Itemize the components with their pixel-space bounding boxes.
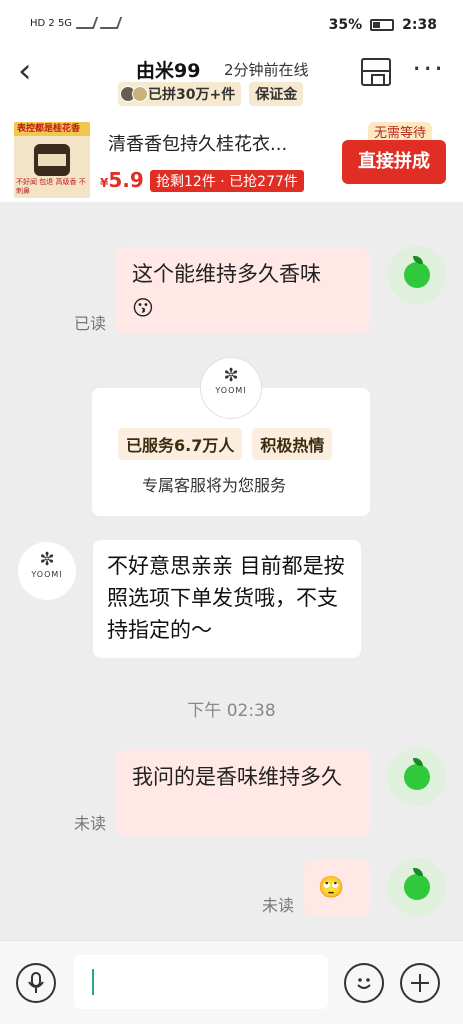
my-message[interactable]: 这个能维持多久香味 😗 [116, 247, 370, 333]
guarantee-tag: 保证金 [249, 82, 304, 106]
battery-icon [370, 19, 395, 31]
buyer-avatars [120, 86, 148, 102]
my-avatar[interactable] [388, 748, 446, 806]
message-emoji: 😗 [132, 296, 154, 320]
read-status: 未读 [262, 896, 295, 915]
emoji-icon[interactable] [344, 963, 384, 1003]
service-attitude-tag: 积极热情 [252, 428, 333, 460]
plus-icon[interactable] [400, 963, 440, 1003]
timestamp: 下午 02:38 [187, 701, 276, 721]
product-title[interactable]: 清香香包持久桂花衣... [108, 130, 287, 156]
my-avatar[interactable] [388, 858, 446, 916]
image-banner: 表控都是桂花香 [14, 122, 90, 136]
product-card[interactable]: 表控都是桂花香 不好闻 包退 高级香 不刺鼻 清香香包持久桂花衣... ¥5.9… [0, 110, 463, 202]
chat-header: ‹ 由米99 2分钟前在线 已拼30万+件 保证金 ··· [0, 44, 463, 110]
logo-text: YOOMI [31, 570, 63, 579]
image-bottom-left: 不好闻 包退 [16, 178, 54, 186]
clock: 2:38 [402, 17, 437, 33]
my-message[interactable]: 🙄 [304, 860, 370, 916]
price-value: 5.9 [108, 168, 144, 192]
status-right: 35% 2:38 [329, 17, 437, 33]
shop-tags: 已拼30万+件 保证金 [118, 82, 304, 106]
apple-icon [404, 758, 430, 790]
message-text: 这个能维持多久香味 [132, 262, 321, 286]
product-image[interactable]: 表控都是桂花香 不好闻 包退 高级香 不刺鼻 [14, 122, 90, 198]
my-avatar[interactable] [388, 246, 446, 304]
service-count-tag: 已服务6.7万人 [118, 428, 243, 460]
battery-percent: 35% [328, 17, 363, 33]
wifi-icon [99, 17, 123, 29]
product-jar [34, 144, 70, 176]
network-label: HD 2 5G [30, 17, 73, 29]
product-price: ¥5.9 [100, 168, 144, 192]
buy-now-button[interactable]: 直接拼成 [342, 140, 446, 184]
apple-icon [404, 256, 430, 288]
logo-mark-icon: ✼ [39, 549, 55, 570]
read-status: 未读 [74, 814, 107, 833]
service-description: 专属客服将为您服务 [142, 476, 287, 495]
shop-name[interactable]: 由米99 [136, 56, 200, 83]
shop-message[interactable]: 不好意思亲亲 目前都是按照选项下单发货哦，不支持指定的～ [93, 540, 361, 658]
store-icon[interactable] [361, 58, 391, 86]
message-input[interactable] [74, 955, 328, 1009]
shop-avatar[interactable]: ✼ YOOMI [18, 542, 76, 600]
online-status: 2分钟前在线 [224, 61, 309, 79]
text-caret [92, 969, 94, 995]
stock-badge: 抢剩12件 · 已抢277件 [150, 170, 304, 192]
signal-icon [75, 17, 99, 29]
logo-text: YOOMI [215, 386, 247, 395]
back-icon[interactable]: ‹ [18, 54, 32, 88]
input-bar [0, 940, 463, 1024]
my-message[interactable]: 我问的是香味维持多久 [116, 750, 370, 836]
network-indicators: HD 2 5G [30, 17, 123, 29]
logo-mark-icon: ✼ [223, 365, 239, 386]
more-icon[interactable]: ··· [412, 52, 445, 85]
service-tags: 已服务6.7万人 积极热情 [118, 428, 333, 460]
no-wait-badge: 无需等待 [368, 122, 433, 141]
image-bottom-text: 不好闻 包退 高级香 不刺鼻 [16, 178, 90, 196]
shop-logo: ✼ YOOMI [200, 357, 262, 419]
voice-icon[interactable] [16, 963, 56, 1003]
read-status: 已读 [74, 314, 107, 333]
apple-icon [404, 868, 430, 900]
pin-count-tag: 已拼30万+件 [118, 82, 242, 106]
pin-count-label: 已拼30万+件 [148, 87, 236, 103]
